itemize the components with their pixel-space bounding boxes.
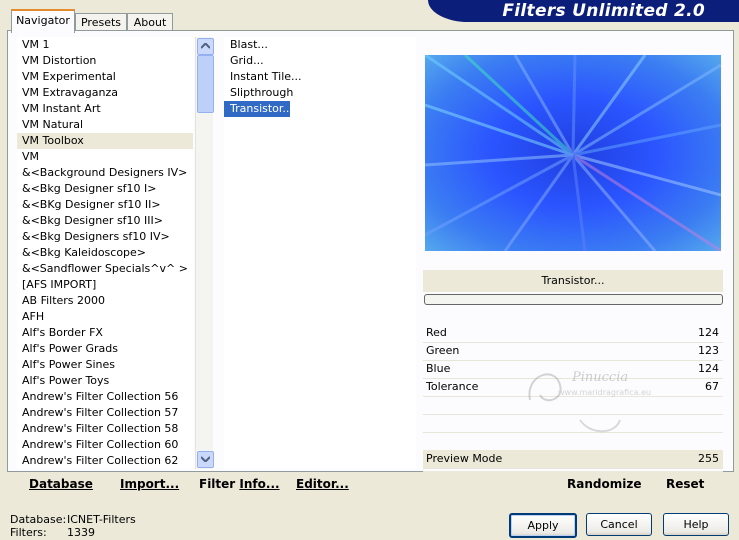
category-scrollbar[interactable] [195,37,214,469]
list-item[interactable]: Alf's Power Toys [17,373,193,389]
list-item[interactable]: AB Filters 2000 [17,293,193,309]
list-item[interactable]: &<Bkg Designer sf10 I> [17,181,193,197]
status-filters-value: 1339 [67,526,95,539]
filter-item-slipthrough[interactable]: Slipthrough [224,85,416,101]
list-item[interactable]: VM Natural [17,117,193,133]
param-label: Red [426,326,447,339]
filter-info-label: nfo... [243,477,280,491]
list-item[interactable]: VM 1 [17,37,193,53]
up-arrow-icon [200,42,211,49]
list-item[interactable]: &<Background Designers IV> [17,165,193,181]
list-item[interactable]: AFH [17,309,193,325]
status-filters-label: Filters: [10,526,47,539]
param-label: Tolerance [426,380,479,393]
preview-rays [425,55,721,251]
param-row-green[interactable]: Green 123 [423,342,723,361]
status-database-label: Database: [10,513,67,526]
param-label: Blue [426,362,451,375]
filter-name-bar: Transistor... [423,270,723,292]
editor-button[interactable]: Editor... [296,477,349,491]
tab-navigator[interactable]: Navigator [11,9,75,33]
down-arrow-icon [200,456,211,463]
list-item[interactable]: VM Experimental [17,69,193,85]
reset-button[interactable]: Reset [666,477,704,491]
scroll-thumb[interactable] [197,55,214,113]
list-item[interactable]: [AFS IMPORT] [17,277,193,293]
app-title: Filters Unlimited 2.0 [502,1,705,21]
list-item-selected[interactable]: VM Toolbox [17,133,193,149]
param-label: Preview Mode [426,452,503,465]
list-item[interactable]: Alf's Border FX [17,325,193,341]
import-label: mport... [124,477,180,491]
editor-label: ditor... [304,477,349,491]
database-label: atabase [38,477,93,491]
list-item[interactable]: &<BKg Designer sf10 II> [17,197,193,213]
list-item[interactable]: &<Bkg Kaleidoscope> [17,245,193,261]
editor-hotkey: E [296,477,305,491]
list-item[interactable]: Andrew's Filter Collection 57 [17,405,193,421]
filter-item-grid[interactable]: Grid... [224,53,416,69]
import-button[interactable]: Import... [120,477,179,491]
current-filter-name: Transistor... [541,274,605,287]
apply-button[interactable]: Apply [509,513,577,538]
list-item[interactable]: VM Distortion [17,53,193,69]
filter-item-blast[interactable]: Blast... [224,37,416,53]
list-item[interactable]: &<Bkg Designers sf10 IV> [17,229,193,245]
watermark-logo: Pinuccia www.maridragrafica.eu [520,360,680,440]
list-item[interactable]: Andrew's Filter Collection 60 [17,437,193,453]
param-row-preview-mode[interactable]: Preview Mode 255 [423,450,723,469]
list-item[interactable]: Andrew's Filter Collection 56 [17,389,193,405]
status-database-value: ICNET-Filters [67,513,136,526]
bottom-toolbar: Database Import... Filter Info... Editor… [7,471,732,496]
param-label: Green [426,344,460,357]
tab-about[interactable]: About [127,13,173,31]
list-item[interactable]: &<Bkg Designer sf10 III> [17,213,193,229]
category-list[interactable]: VM 1 VM Distortion VM Experimental VM Ex… [17,37,193,469]
help-button[interactable]: Help [663,513,729,536]
param-value: 255 [698,452,719,465]
scroll-up-button[interactable] [197,38,214,55]
param-row-red[interactable]: Red 124 [423,324,723,343]
param-value: 124 [698,362,719,375]
scroll-down-button[interactable] [197,451,214,468]
list-item[interactable]: Andrew's Filter Collection 62 [17,453,193,469]
filter-item-instant-tile[interactable]: Instant Tile... [224,69,416,85]
app-banner: Filters Unlimited 2.0 [428,0,739,22]
database-button[interactable]: Database [29,477,93,491]
list-item[interactable]: Alf's Power Grads [17,341,193,357]
filter-info-prefix: Filter [199,477,240,491]
param-value: 67 [705,380,719,393]
progress-bar [424,294,723,305]
cancel-button[interactable]: Cancel [586,513,652,536]
list-item[interactable]: Alf's Power Sines [17,357,193,373]
list-item[interactable]: Andrew's Filter Collection 58 [17,421,193,437]
database-hotkey: D [29,477,39,491]
list-item[interactable]: &<Sandflower Specials^v^ > [17,261,193,277]
watermark-url: www.maridragrafica.eu [558,388,652,397]
filter-item-transistor[interactable]: Transistor... [224,101,293,117]
param-value: 124 [698,326,719,339]
tab-presets[interactable]: Presets [75,13,127,31]
watermark-name: Pinuccia [572,370,629,385]
list-item[interactable]: VM [17,149,193,165]
filter-info-button[interactable]: Filter Info... [199,477,280,491]
filter-list[interactable]: Blast... Grid... Instant Tile... Slipthr… [224,37,416,469]
param-value: 123 [698,344,719,357]
list-item[interactable]: VM Extravaganza [17,85,193,101]
randomize-button[interactable]: Randomize [567,477,641,491]
preview-image[interactable] [425,55,721,251]
list-item[interactable]: VM Instant Art [17,101,193,117]
